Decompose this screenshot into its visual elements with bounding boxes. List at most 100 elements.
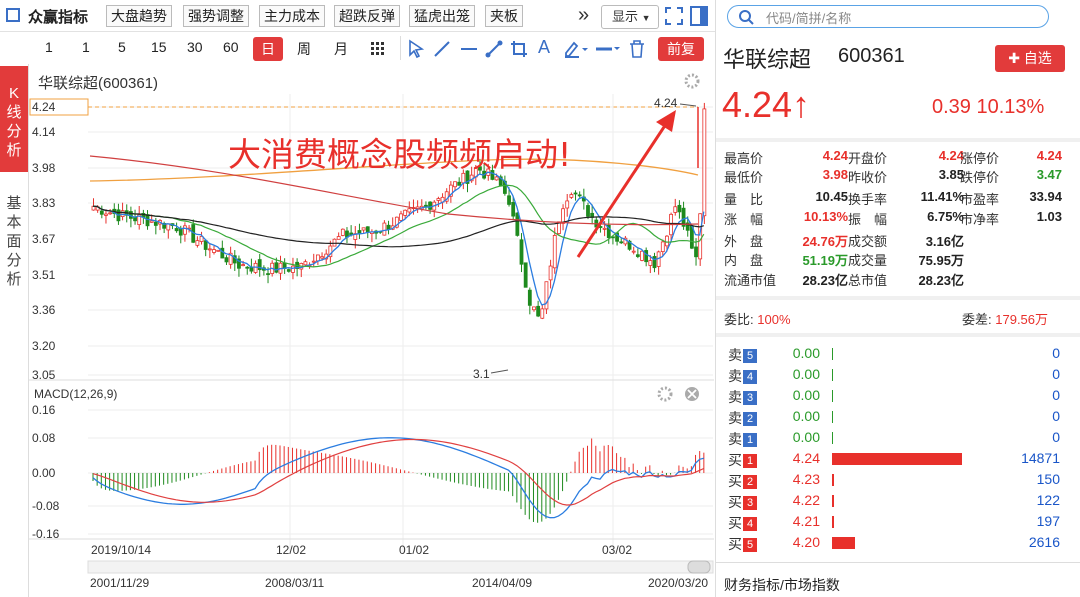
quote-label: 跌停价 [960,170,1000,185]
cursor-tool-icon[interactable] [406,39,426,59]
candle-body [320,256,324,259]
indicator-button-1[interactable]: 强势调整 [183,5,249,27]
level-price: 4.22 [792,492,820,508]
candle-body [153,221,158,226]
indicator-button-0[interactable]: 大盘趋势 [106,5,172,27]
candle-body [540,308,545,319]
candle-body [436,198,441,201]
period-week[interactable]: 周 [297,39,311,59]
financial-index-link[interactable]: 财务指标/市场指数 [724,575,840,595]
quote-value: 4.24 [822,148,848,163]
hline-tool-icon[interactable] [460,40,478,58]
level-volume: 14871 [1021,450,1060,466]
quote-value: 75.95万 [918,253,964,268]
side-label: 卖 [728,410,742,426]
volume-bar [832,537,855,549]
level-volume: 0 [1052,408,1060,424]
divider [716,562,1080,563]
ask-level-label: 卖4 [728,366,757,386]
candle-body [203,240,208,250]
crop-tool-icon[interactable] [510,40,528,58]
period-60[interactable]: 60 [223,39,239,55]
candle-body [399,213,403,221]
ask-level-label: 卖3 [728,387,757,407]
candle-body [224,257,229,263]
tab-kline-label: K线分析 [6,85,22,159]
period-30[interactable]: 30 [187,39,203,55]
line-width-icon[interactable] [595,41,621,57]
range-slider-handle [687,560,711,574]
level-price: 0.00 [792,429,820,445]
indicator-button-4[interactable]: 猛虎出笼 [409,5,475,27]
fullscreen-icon[interactable] [665,7,683,25]
weibi-label: 委比: [724,312,754,327]
level-volume: 0 [1052,366,1060,382]
quote-value: 28.23亿 [802,273,848,288]
tab-fundamentals[interactable]: 基本面分析 [0,180,28,310]
line-tool-icon[interactable] [433,40,451,58]
quote-label: 内 盘 [724,253,764,268]
candle-body [602,227,607,230]
candle-body [120,210,125,217]
candle-body [677,204,682,213]
side-label: 买 [728,494,742,510]
level-number: 3 [743,391,757,405]
level-price: 0.00 [792,366,820,382]
candle-body [286,269,291,272]
period-month[interactable]: 月 [334,39,348,59]
candle-body [548,265,553,281]
grid-icon[interactable] [371,42,385,56]
period-5[interactable]: 5 [118,39,126,55]
period-15[interactable]: 15 [151,39,167,55]
weicha: 委差: 179.56万 [962,309,1048,328]
price-tick-label: 4.24 [32,100,56,114]
candle-body [174,228,179,232]
trash-icon[interactable] [628,39,646,59]
candle-body [178,228,183,236]
candle-body [552,235,557,269]
quote-label: 换手率 [848,192,888,207]
chart-annotation: 大消费概念股频频启动! [228,135,572,174]
quote-value: 51.19万 [802,253,848,268]
period-1[interactable]: 1 [82,39,90,55]
candle-body [424,204,428,207]
indicator-button-3[interactable]: 超跌反弹 [334,5,400,27]
level-volume: 2616 [1028,534,1060,550]
candle-body [245,266,250,269]
text-tool-icon[interactable]: A [538,37,550,58]
more-icon[interactable]: » [578,4,589,27]
display-label: 显示 [612,9,639,24]
tab-kline[interactable]: K线分析 [0,66,28,172]
period-day[interactable]: 日 [253,37,283,61]
level-number: 1 [743,433,757,447]
candle-body [694,246,698,258]
volume-bar [832,453,962,465]
volume-bar [832,432,833,444]
quote-label: 成交量 [848,253,888,268]
candle-body [507,195,511,205]
quote-label: 振 幅 [848,212,888,227]
candle-body [428,201,432,210]
price-tick-label: 3.83 [32,196,56,210]
indicator-button-2[interactable]: 主力成本 [259,5,325,27]
indicator-button-5[interactable]: 夹板 [485,5,523,27]
period-1min[interactable]: 1 [45,39,53,55]
level-volume: 0 [1052,345,1060,361]
level-price: 4.24 [792,450,820,466]
candle-body [99,210,104,215]
range-tick-label: 2001/11/29 [90,576,149,590]
segment-tool-icon[interactable] [485,40,503,58]
display-dropdown[interactable]: 显示 ▼ [601,5,659,29]
macd-tick-label: 0.16 [32,403,56,417]
color-tool-icon[interactable] [563,39,589,59]
add-watchlist-button[interactable]: ✚ 自选 [995,45,1065,72]
side-label: 买 [728,452,742,468]
side-label: 买 [728,536,742,552]
candle-body [569,194,574,198]
level-number: 4 [743,517,757,531]
volume-bar [832,390,833,402]
panel-toggle-icon[interactable] [690,6,708,26]
quote-label: 流通市值 [724,273,777,288]
adjust-button[interactable]: 前复 [658,37,704,61]
annotation-arrowhead [656,110,676,132]
